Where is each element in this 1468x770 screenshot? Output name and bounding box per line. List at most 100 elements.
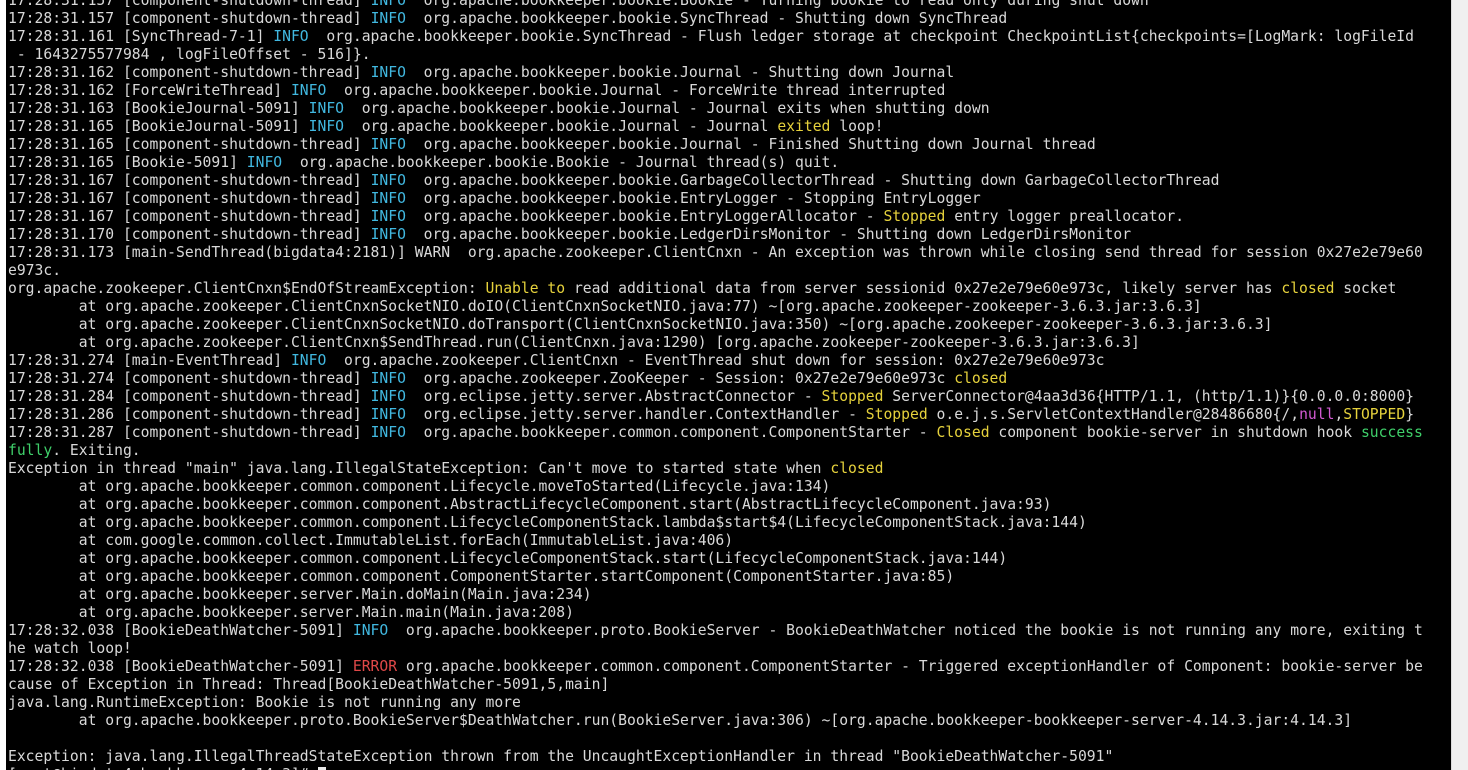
log-text: 17:28:31.274 [main-EventThread]: [8, 352, 291, 369]
log-text: org.apache.zookeeper.ZooKeeper - Session…: [405, 370, 955, 387]
terminal-line: 17:28:31.173 [main-SendThread(bigdata4:2…: [8, 244, 1449, 262]
terminal-window[interactable]: 17:28:31.157 [component-shutdown-thread]…: [6, 0, 1451, 770]
log-text: 17:28:31.162 [ForceWriteThread]: [8, 82, 291, 99]
log-text: org.apache.bookkeeper.bookie.SyncThread …: [308, 28, 1414, 45]
log-text: org.eclipse.jetty.server.handler.Context…: [405, 406, 866, 423]
log-text: org.apache.bookkeeper.bookie.LedgerDirsM…: [405, 226, 1132, 243]
log-text: org.apache.bookkeeper.bookie.GarbageColl…: [405, 172, 1220, 189]
log-text: java.lang.RuntimeException: Bookie is no…: [8, 694, 521, 711]
log-token-info: INFO: [370, 226, 406, 243]
terminal-line: Exception: java.lang.IllegalThreadStateE…: [8, 748, 1449, 766]
terminal-line: 17:28:32.038 [BookieDeathWatcher-5091] E…: [8, 658, 1449, 676]
log-text: 17:28:31.167 [component-shutdown-thread]: [8, 208, 371, 225]
log-token-info: INFO: [246, 154, 283, 171]
terminal-line: 17:28:31.162 [ForceWriteThread] INFO org…: [8, 82, 1449, 100]
log-token-info: INFO: [370, 208, 406, 225]
terminal-line: fully. Exiting.: [8, 442, 1449, 460]
terminal-line: at org.apache.bookkeeper.proto.BookieSer…: [8, 712, 1449, 730]
terminal-line: at org.apache.zookeeper.ClientCnxnSocket…: [8, 298, 1449, 316]
log-text: 17:28:31.161 [SyncThread-7-1]: [8, 28, 274, 45]
log-text: e973c.: [8, 262, 62, 279]
log-text: at org.apache.bookkeeper.proto.BookieSer…: [8, 712, 1353, 729]
terminal-line: 17:28:31.286 [component-shutdown-thread]…: [8, 406, 1449, 424]
terminal-line: 17:28:31.163 [BookieJournal-5091] INFO o…: [8, 100, 1449, 118]
log-token-yel: Stopped: [821, 388, 884, 405]
log-token-grn: fully: [8, 442, 53, 459]
log-text: Exception: java.lang.IllegalThreadStateE…: [8, 748, 1114, 765]
terminal-line: at org.apache.bookkeeper.server.Main.mai…: [8, 604, 1449, 622]
log-text: at org.apache.bookkeeper.common.componen…: [8, 550, 1008, 567]
log-token-info: INFO: [308, 118, 345, 135]
terminal-line: 17:28:31.287 [component-shutdown-thread]…: [8, 424, 1449, 442]
log-text: entry logger preallocator.: [945, 208, 1185, 225]
terminal-line: 17:28:31.157 [component-shutdown-thread]…: [8, 10, 1449, 28]
log-text: . Exiting.: [52, 442, 141, 459]
log-token-info: INFO: [273, 28, 309, 45]
log-text: 17:28:31.287 [component-shutdown-thread]: [8, 424, 371, 441]
log-text: org.eclipse.jetty.server.AbstractConnect…: [405, 388, 822, 405]
log-text: at org.apache.zookeeper.ClientCnxnSocket…: [8, 316, 1273, 333]
log-text: 17:28:31.286 [component-shutdown-thread]: [8, 406, 371, 423]
log-text: 17:28:31.165 [BookieJournal-5091]: [8, 118, 309, 135]
log-text: org.apache.bookkeeper.bookie.Journal - S…: [405, 64, 955, 81]
terminal-line: java.lang.RuntimeException: Bookie is no…: [8, 694, 1449, 712]
log-token-info: INFO: [290, 82, 327, 99]
log-text: }: [1405, 406, 1415, 423]
log-text: 17:28:32.038 [BookieDeathWatcher-5091]: [8, 658, 353, 675]
log-text: ServerConnector@4aa3d36{HTTP/1.1, (http/…: [883, 388, 1415, 405]
log-text: org.apache.bookkeeper.bookie.SyncThread …: [405, 10, 1008, 27]
log-text: at org.apache.bookkeeper.common.componen…: [8, 496, 1052, 513]
terminal-line: cause of Exception in Thread: Thread[Boo…: [8, 676, 1449, 694]
log-token-warn: WARN: [414, 244, 451, 261]
log-token-error: ERROR: [352, 658, 398, 675]
log-text: org.apache.zookeeper.ClientCnxn - EventT…: [326, 352, 1105, 369]
terminal-line: 17:28:31.274 [main-EventThread] INFO org…: [8, 352, 1449, 370]
log-text: org.apache.bookkeeper.bookie.Journal - F…: [405, 136, 1096, 153]
log-text: at org.apache.bookkeeper.common.componen…: [8, 568, 955, 585]
terminal-line: 17:28:31.165 [BookieJournal-5091] INFO o…: [8, 118, 1449, 136]
terminal-line: 17:28:31.162 [component-shutdown-thread]…: [8, 64, 1449, 82]
log-text: 17:28:31.162 [component-shutdown-thread]: [8, 64, 371, 81]
terminal-output: 17:28:31.157 [component-shutdown-thread]…: [8, 0, 1449, 770]
log-text: 17:28:31.274 [component-shutdown-thread]: [8, 370, 371, 387]
log-text: cause of Exception in Thread: Thread[Boo…: [8, 676, 610, 693]
terminal-line: at org.apache.zookeeper.ClientCnxnSocket…: [8, 316, 1449, 334]
log-text: 17:28:31.167 [component-shutdown-thread]: [8, 190, 371, 207]
terminal-line: 17:28:31.167 [component-shutdown-thread]…: [8, 208, 1449, 226]
log-token-info: INFO: [290, 352, 327, 369]
log-text: at org.apache.bookkeeper.common.componen…: [8, 514, 1087, 531]
shell-prompt-line[interactable]: [root@bigdata4 bookkeeper-4.14.3]#: [8, 766, 1449, 770]
log-text: he watch loop!: [8, 640, 132, 657]
log-token-info: INFO: [370, 136, 406, 153]
log-token-info: INFO: [370, 406, 406, 423]
shell-prompt: [root@bigdata4 bookkeeper-4.14.3]#: [8, 766, 318, 770]
log-text: 17:28:31.173 [main-SendThread(bigdata4:2…: [8, 244, 415, 261]
terminal-line: 17:28:31.274 [component-shutdown-thread]…: [8, 370, 1449, 388]
log-text: at org.apache.bookkeeper.server.Main.doM…: [8, 586, 592, 603]
log-text: o.e.j.s.ServletContextHandler@28486680{/…: [927, 406, 1300, 423]
log-text: org.apache.bookkeeper.bookie.Journal - J…: [344, 118, 778, 135]
log-token-mag: null: [1299, 406, 1335, 423]
log-token-yel: Closed: [936, 424, 990, 441]
log-text: at org.apache.bookkeeper.common.componen…: [8, 478, 831, 495]
terminal-line: Exception in thread "main" java.lang.Ill…: [8, 460, 1449, 478]
terminal-line: at org.apache.bookkeeper.common.componen…: [8, 568, 1449, 586]
log-token-info: INFO: [370, 64, 406, 81]
terminal-line: at org.apache.bookkeeper.server.Main.doM…: [8, 586, 1449, 604]
log-token-yel: Unable to: [485, 280, 566, 297]
terminal-line: 17:28:31.167 [component-shutdown-thread]…: [8, 190, 1449, 208]
log-token-info: INFO: [308, 100, 345, 117]
log-text: org.apache.bookkeeper.bookie.Bookie - Jo…: [282, 154, 840, 171]
log-text: 17:28:31.165 [component-shutdown-thread]: [8, 136, 371, 153]
log-text: 17:28:31.157 [component-shutdown-thread]: [8, 10, 371, 27]
terminal-line: 17:28:31.284 [component-shutdown-thread]…: [8, 388, 1449, 406]
terminal-line: 17:28:31.167 [component-shutdown-thread]…: [8, 172, 1449, 190]
terminal-line: at org.apache.bookkeeper.common.componen…: [8, 550, 1449, 568]
log-token-yel: closed: [830, 460, 884, 477]
log-text: loop!: [830, 118, 884, 135]
terminal-line: 17:28:31.157 [component-shutdown-thread]…: [8, 0, 1449, 10]
log-text: 17:28:31.284 [component-shutdown-thread]: [8, 388, 371, 405]
vertical-scrollbar[interactable]: [1451, 0, 1468, 770]
log-text: org.apache.bookkeeper.common.component.C…: [405, 424, 937, 441]
